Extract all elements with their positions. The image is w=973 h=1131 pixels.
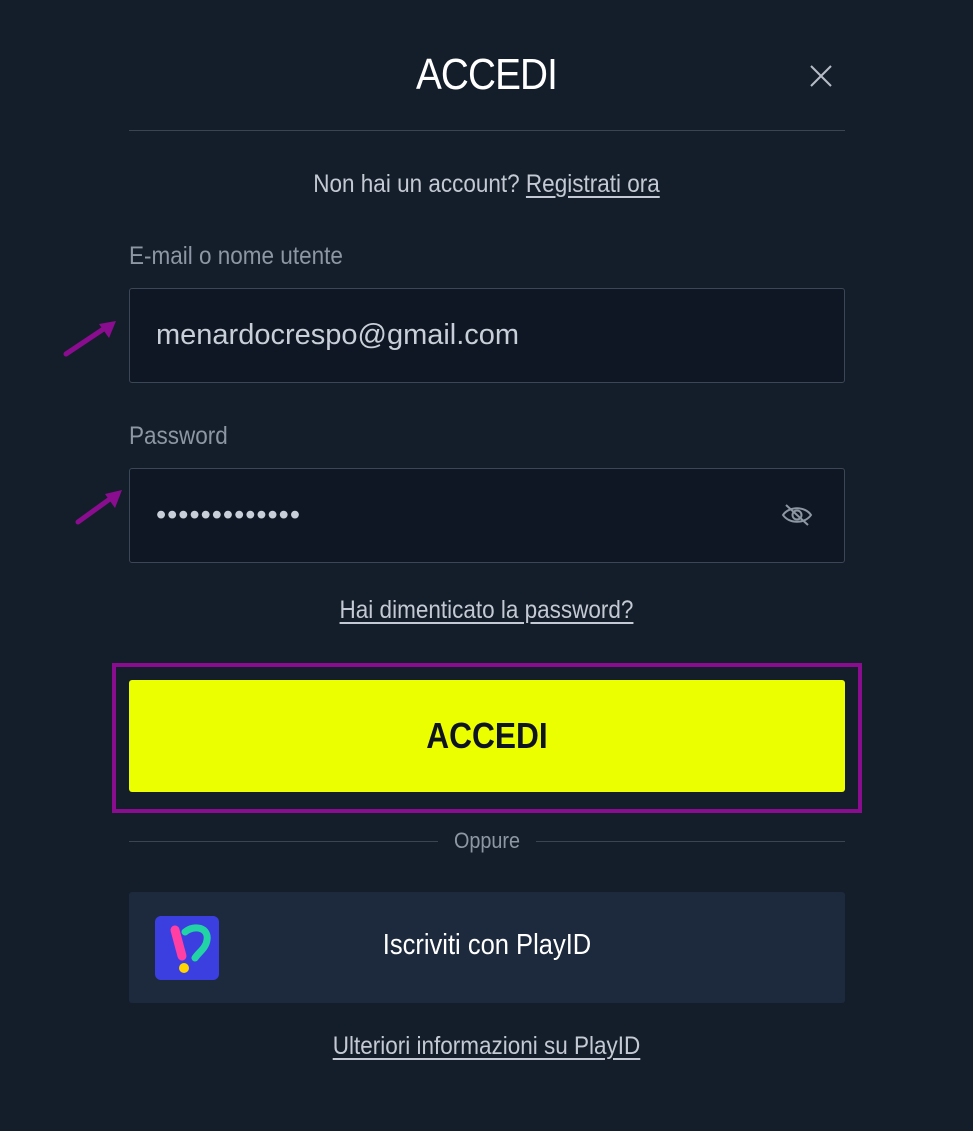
forgot-password-link[interactable]: Hai dimenticato la password?	[340, 596, 634, 624]
forgot-password-row: Hai dimenticato la password?	[49, 596, 925, 625]
password-field[interactable]	[129, 468, 845, 563]
annotation-arrow-email	[63, 321, 116, 357]
playid-more-info-row: Ulteriori informazioni su PlayID	[49, 1032, 925, 1061]
or-divider-right	[536, 841, 845, 842]
eye-slash-icon[interactable]	[780, 501, 814, 529]
annotation-arrow-password	[75, 490, 122, 525]
signup-prompt-text: Non hai un account?	[313, 170, 520, 198]
login-submit-label: ACCEDI	[426, 715, 548, 756]
register-now-link[interactable]: Registrati ora	[526, 170, 660, 198]
email-field[interactable]	[129, 288, 845, 383]
login-submit-button[interactable]: ACCEDI	[129, 680, 845, 792]
signup-prompt-row: Non hai un account? Registrati ora	[49, 170, 925, 199]
header-divider	[129, 130, 845, 131]
email-field-label: E-mail o nome utente	[129, 242, 343, 270]
close-icon	[810, 65, 832, 87]
password-input[interactable]	[156, 469, 776, 562]
modal-title: ACCEDI	[415, 50, 558, 99]
playid-more-info-link[interactable]: Ulteriori informazioni su PlayID	[333, 1032, 641, 1060]
email-input[interactable]	[156, 289, 776, 382]
or-divider-left	[129, 841, 438, 842]
close-button[interactable]	[806, 61, 836, 91]
or-divider-text: Oppure	[453, 828, 521, 853]
playid-signup-button[interactable]: Iscriviti con PlayID	[129, 892, 845, 1003]
playid-signup-label: Iscriviti con PlayID	[382, 929, 592, 961]
password-field-label: Password	[129, 422, 228, 450]
